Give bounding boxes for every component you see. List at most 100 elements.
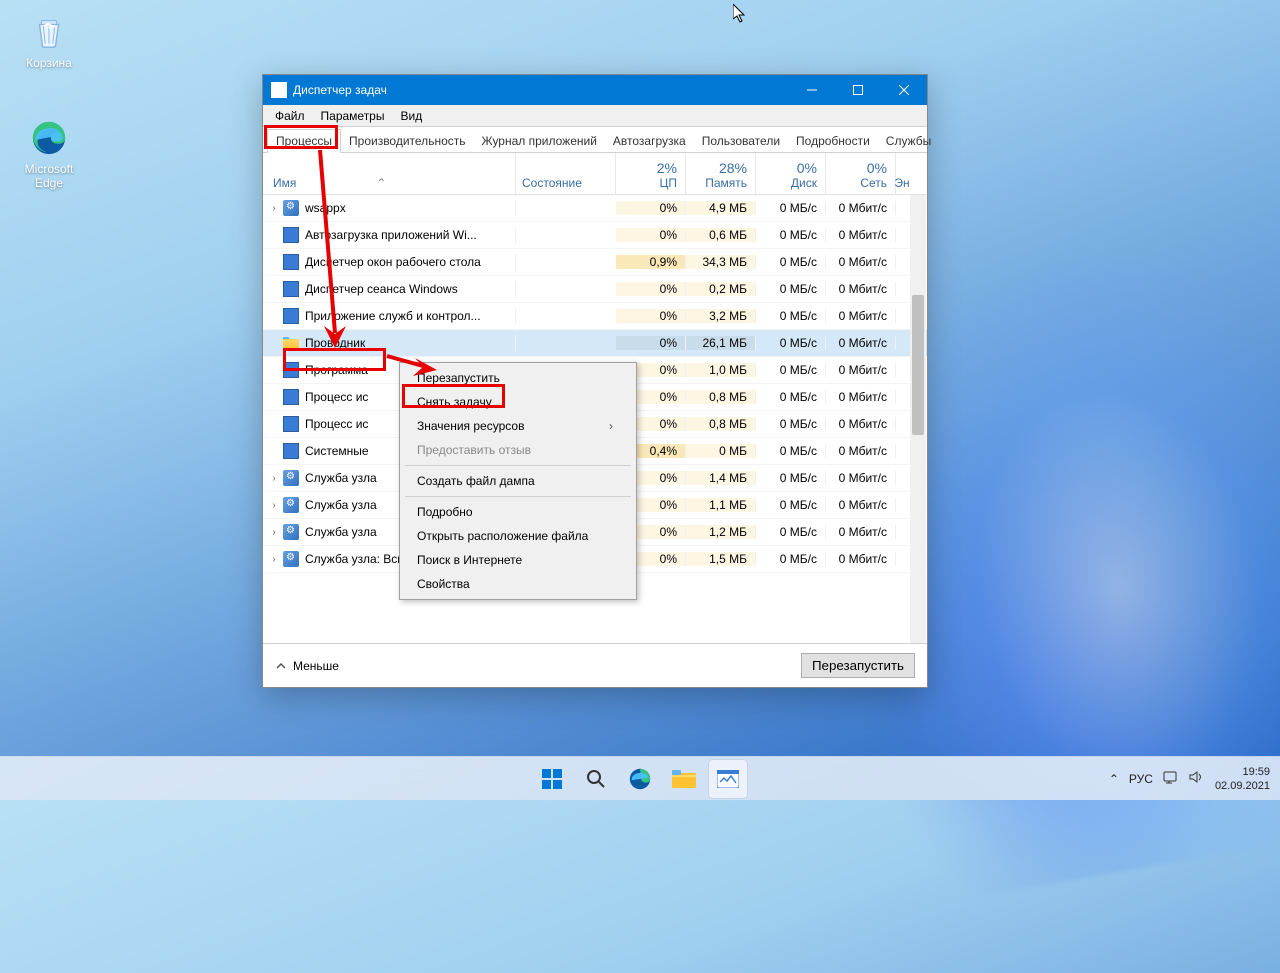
process-name: Проводник bbox=[305, 336, 365, 350]
mem-value: 1,5 МБ bbox=[686, 552, 756, 566]
process-name: Процесс ис bbox=[305, 417, 368, 431]
clock[interactable]: 19:59 02.09.2021 bbox=[1215, 765, 1270, 793]
col-truncated[interactable]: Эн bbox=[896, 153, 908, 194]
process-icon bbox=[283, 524, 299, 540]
ctx-properties[interactable]: Свойства bbox=[403, 572, 633, 596]
process-row[interactable]: Диспетчер сеанса Windows0%0,2 МБ0 МБ/с0 … bbox=[263, 276, 927, 303]
chevron-up-icon bbox=[275, 660, 287, 672]
net-value: 0 Мбит/с bbox=[826, 363, 896, 377]
process-icon bbox=[283, 497, 299, 513]
col-state[interactable]: Состояние bbox=[516, 153, 616, 194]
menu-options[interactable]: Параметры bbox=[313, 107, 393, 125]
process-name: Диспетчер окон рабочего стола bbox=[305, 255, 481, 269]
tab-performance[interactable]: Производительность bbox=[341, 130, 473, 152]
process-icon bbox=[283, 389, 299, 405]
process-row[interactable]: Проводник0%26,1 МБ0 МБ/с0 Мбит/с bbox=[263, 330, 927, 357]
ctx-end-task[interactable]: Снять задачу bbox=[403, 390, 633, 414]
taskbar-taskmanager[interactable] bbox=[709, 760, 747, 798]
process-icon bbox=[283, 308, 299, 324]
disk-value: 0 МБ/с bbox=[756, 417, 826, 431]
scroll-thumb[interactable] bbox=[912, 295, 924, 435]
process-row[interactable]: Автозагрузка приложений Wi...0%0,6 МБ0 М… bbox=[263, 222, 927, 249]
col-cpu[interactable]: 2%ЦП bbox=[616, 153, 686, 194]
cpu-value: 0,9% bbox=[616, 255, 686, 269]
taskbar-explorer[interactable] bbox=[665, 760, 703, 798]
ctx-details[interactable]: Подробно bbox=[403, 500, 633, 524]
window-title: Диспетчер задач bbox=[293, 83, 789, 97]
maximize-button[interactable] bbox=[835, 75, 881, 105]
language-indicator[interactable]: РУС bbox=[1129, 772, 1153, 786]
process-name: Служба узла bbox=[305, 498, 377, 512]
process-icon bbox=[283, 362, 299, 378]
ctx-restart[interactable]: Перезапустить bbox=[403, 366, 633, 390]
close-button[interactable] bbox=[881, 75, 927, 105]
process-icon bbox=[283, 281, 299, 297]
edge-label: Microsoft Edge bbox=[14, 162, 84, 190]
titlebar[interactable]: Диспетчер задач bbox=[263, 75, 927, 105]
network-icon[interactable] bbox=[1163, 770, 1179, 787]
net-value: 0 Мбит/с bbox=[826, 498, 896, 512]
mem-value: 1,4 МБ bbox=[686, 471, 756, 485]
col-network[interactable]: 0%Сеть bbox=[826, 153, 896, 194]
disk-value: 0 МБ/с bbox=[756, 444, 826, 458]
process-row[interactable]: ›wsappx0%4,9 МБ0 МБ/с0 Мбит/с bbox=[263, 195, 927, 222]
search-button[interactable] bbox=[577, 760, 615, 798]
disk-value: 0 МБ/с bbox=[756, 201, 826, 215]
cpu-value: 0% bbox=[616, 228, 686, 242]
menubar: Файл Параметры Вид bbox=[263, 105, 927, 127]
expand-icon[interactable]: › bbox=[267, 527, 281, 538]
ctx-dump[interactable]: Создать файл дампа bbox=[403, 469, 633, 493]
process-icon bbox=[283, 443, 299, 459]
mem-value: 0 МБ bbox=[686, 444, 756, 458]
minimize-button[interactable] bbox=[789, 75, 835, 105]
ctx-search[interactable]: Поиск в Интернете bbox=[403, 548, 633, 572]
cpu-value: 0% bbox=[616, 309, 686, 323]
net-value: 0 Мбит/с bbox=[826, 525, 896, 539]
net-value: 0 Мбит/с bbox=[826, 552, 896, 566]
tab-services[interactable]: Службы bbox=[878, 130, 939, 152]
recycle-bin[interactable]: Корзина bbox=[14, 12, 84, 70]
process-name: Служба узла bbox=[305, 525, 377, 539]
tabs: Процессы Производительность Журнал прило… bbox=[263, 127, 927, 153]
col-memory[interactable]: 28%Память bbox=[686, 153, 756, 194]
expand-icon[interactable]: › bbox=[267, 554, 281, 565]
net-value: 0 Мбит/с bbox=[826, 201, 896, 215]
net-value: 0 Мбит/с bbox=[826, 390, 896, 404]
col-name[interactable]: Имя⌃ bbox=[263, 153, 516, 194]
process-icon bbox=[283, 416, 299, 432]
ctx-resources[interactable]: Значения ресурсов› bbox=[403, 414, 633, 438]
tab-users[interactable]: Пользователи bbox=[694, 130, 788, 152]
process-name: Диспетчер сеанса Windows bbox=[305, 282, 458, 296]
process-row[interactable]: Диспетчер окон рабочего стола0,9%34,3 МБ… bbox=[263, 249, 927, 276]
tab-details[interactable]: Подробности bbox=[788, 130, 878, 152]
edge-icon bbox=[29, 118, 69, 158]
fewer-details[interactable]: Меньше bbox=[275, 659, 339, 673]
recycle-bin-label: Корзина bbox=[14, 56, 84, 70]
start-button[interactable] bbox=[533, 760, 571, 798]
expand-icon[interactable]: › bbox=[267, 203, 281, 214]
ctx-open-location[interactable]: Открыть расположение файла bbox=[403, 524, 633, 548]
col-disk[interactable]: 0%Диск bbox=[756, 153, 826, 194]
tab-processes[interactable]: Процессы bbox=[267, 129, 341, 153]
mem-value: 0,8 МБ bbox=[686, 417, 756, 431]
disk-value: 0 МБ/с bbox=[756, 471, 826, 485]
edge-shortcut[interactable]: Microsoft Edge bbox=[14, 118, 84, 190]
menu-file[interactable]: Файл bbox=[267, 107, 313, 125]
expand-icon[interactable]: › bbox=[267, 473, 281, 484]
tab-apphistory[interactable]: Журнал приложений bbox=[474, 130, 605, 152]
process-row[interactable]: Приложение служб и контрол...0%3,2 МБ0 М… bbox=[263, 303, 927, 330]
taskbar-edge[interactable] bbox=[621, 760, 659, 798]
disk-value: 0 МБ/с bbox=[756, 228, 826, 242]
chevron-right-icon: › bbox=[609, 419, 613, 433]
context-menu: Перезапустить Снять задачу Значения ресу… bbox=[399, 362, 637, 600]
scrollbar[interactable] bbox=[910, 195, 926, 643]
expand-icon[interactable]: › bbox=[267, 500, 281, 511]
tray-chevron-icon[interactable]: ⌃ bbox=[1109, 772, 1119, 786]
recycle-bin-icon bbox=[29, 12, 69, 52]
mem-value: 1,1 МБ bbox=[686, 498, 756, 512]
restart-button[interactable]: Перезапустить bbox=[801, 653, 915, 678]
volume-icon[interactable] bbox=[1189, 770, 1205, 787]
tab-startup[interactable]: Автозагрузка bbox=[605, 130, 694, 152]
net-value: 0 Мбит/с bbox=[826, 309, 896, 323]
menu-view[interactable]: Вид bbox=[392, 107, 430, 125]
